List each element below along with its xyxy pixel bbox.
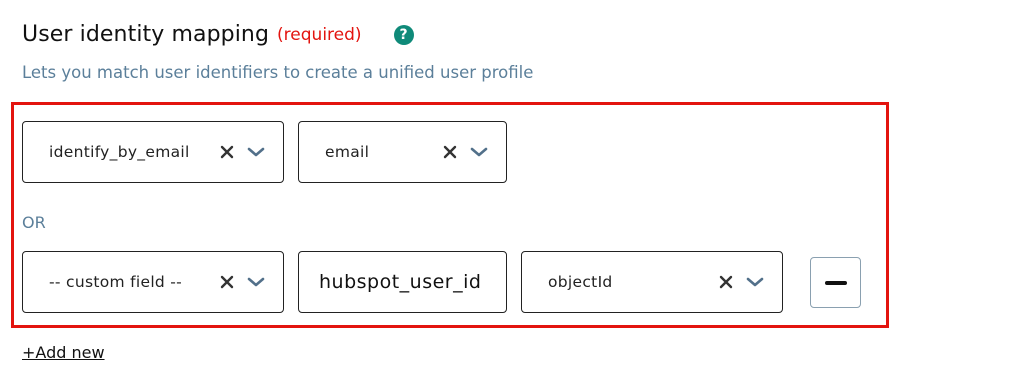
section-subtitle: Lets you match user identifiers to creat… [22, 63, 534, 82]
chevron-down-icon[interactable] [746, 276, 764, 288]
select-value: -- custom field -- [49, 273, 183, 291]
select-controls [442, 122, 488, 182]
select-controls [718, 252, 764, 312]
clear-icon[interactable] [442, 144, 458, 160]
input-value: hubspot_user_id [319, 271, 482, 293]
identity-type-select-2[interactable]: -- custom field -- [22, 251, 284, 313]
clear-icon[interactable] [718, 274, 734, 290]
remove-row-button[interactable] [810, 257, 861, 308]
identity-field-select-2[interactable]: objectId [521, 251, 783, 313]
chevron-down-icon[interactable] [247, 276, 265, 288]
select-controls [219, 122, 265, 182]
clear-icon[interactable] [219, 274, 235, 290]
identity-type-select-1[interactable]: identify_by_email [22, 121, 284, 183]
chevron-down-icon[interactable] [470, 146, 488, 158]
add-new-link[interactable]: +Add new [22, 343, 105, 362]
select-controls [219, 252, 265, 312]
required-label: (required) [277, 24, 362, 45]
minus-icon [824, 280, 847, 285]
select-value: identify_by_email [49, 143, 190, 161]
custom-field-input[interactable]: hubspot_user_id [298, 251, 507, 313]
select-value: email [325, 143, 370, 161]
section-header: User identity mapping (required) ? [22, 22, 414, 47]
chevron-down-icon[interactable] [247, 146, 265, 158]
question-circle-icon[interactable]: ? [393, 24, 414, 45]
clear-icon[interactable] [219, 144, 235, 160]
section-title: User identity mapping [22, 22, 270, 47]
select-value: objectId [548, 273, 613, 291]
or-separator: OR [22, 213, 46, 232]
help-glyph: ? [399, 26, 408, 43]
identity-field-select-1[interactable]: email [298, 121, 507, 183]
